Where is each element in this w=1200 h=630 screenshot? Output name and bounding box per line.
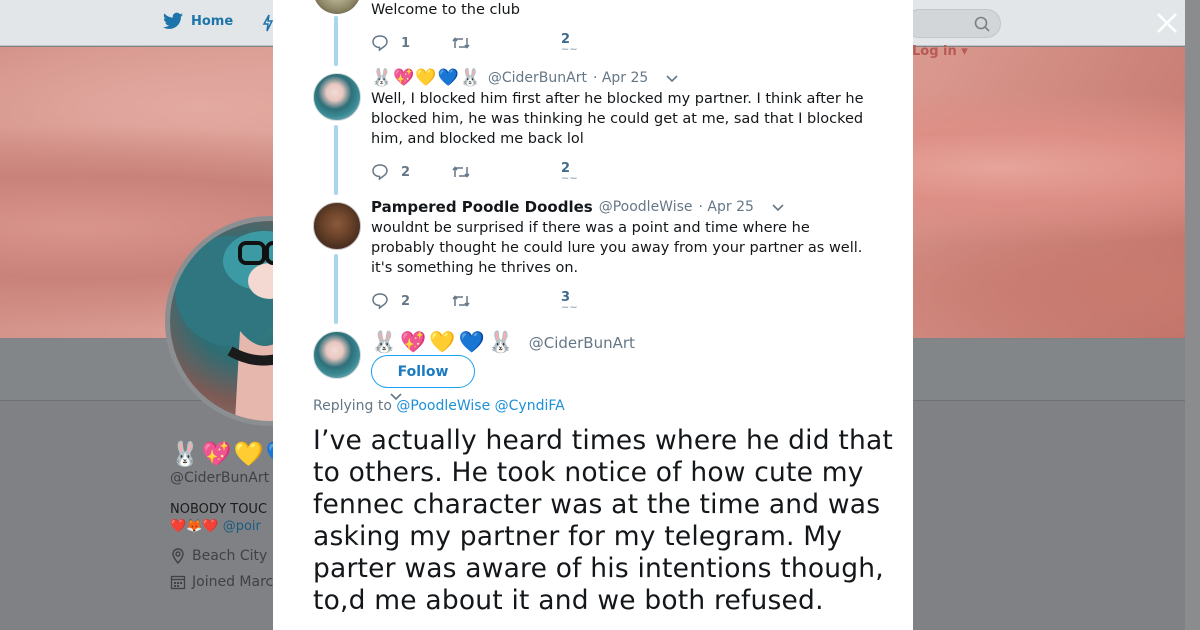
tweet-actions: 2 2 ~~ (371, 162, 578, 184)
like-button[interactable]: 2 ~~ (561, 162, 578, 184)
joined-text: Joined Marc (192, 574, 274, 590)
user-handle[interactable]: @CiderBunArt (529, 334, 635, 352)
heart-icon: ~~ (561, 44, 578, 55)
tweet-actions: 1 2 ~~ (371, 33, 578, 55)
user-name[interactable]: Pampered Poodle Doodles (371, 198, 593, 216)
nav-home-label: Home (191, 13, 234, 29)
main-tweet-header: 🐰💖💛💙🐰 @CiderBunArt (371, 330, 635, 355)
mention-link[interactable]: @PoodleWise (396, 398, 490, 414)
tweet-text: wouldnt be surprised if there was a poin… (371, 220, 863, 276)
user-name[interactable]: 🐰💖💛💙🐰 (371, 330, 517, 355)
like-button[interactable]: 2 ~~ (561, 33, 578, 55)
reply-button[interactable]: 2 (371, 163, 451, 181)
tweet-actions: 2 3 ~~ (371, 291, 578, 313)
tweet-modal: Welcome to the club 1 2 ~~ 🐰💖💛💙🐰 @CiderB… (273, 0, 913, 630)
heart-icon: ~~ (561, 173, 578, 184)
location-text: Beach City (192, 548, 268, 564)
avatar[interactable] (313, 331, 361, 379)
user-handle[interactable]: @PoodleWise (599, 199, 693, 215)
page-scrollbar[interactable] (1185, 0, 1200, 630)
tweet-header: 🐰💖💛💙🐰 @CiderBunArt · Apr 25 (371, 68, 678, 88)
reply-count: 2 (401, 293, 411, 309)
location-pin-icon (172, 548, 184, 564)
login-label: Log in (912, 44, 957, 59)
nav-home[interactable]: Home (163, 12, 233, 30)
login-link[interactable]: Log in ▾ (912, 44, 968, 59)
reply-icon (372, 293, 388, 310)
replying-prefix: Replying to (313, 398, 392, 414)
tweet-text: Welcome to the club (371, 2, 520, 18)
close-icon[interactable] (1154, 10, 1180, 36)
mention-link[interactable]: @CyndiFA (495, 398, 565, 414)
avatar[interactable] (313, 73, 361, 121)
reply-icon (372, 35, 388, 52)
tweet-date[interactable]: · Apr 25 (593, 70, 648, 86)
tweet-header: Pampered Poodle Doodles @PoodleWise · Ap… (371, 198, 784, 216)
chevron-down-icon: ▾ (961, 44, 968, 59)
bio-emojis: ❤️🦊❤️ (170, 519, 219, 534)
heart-icon: ~~ (561, 302, 578, 313)
reply-button[interactable]: 1 (371, 34, 451, 52)
retweet-button[interactable] (451, 293, 561, 309)
avatar[interactable] (313, 0, 361, 14)
retweet-icon (452, 37, 470, 49)
retweet-button[interactable] (451, 164, 561, 180)
tweet-date[interactable]: · Apr 25 (699, 199, 754, 215)
calendar-icon (170, 575, 186, 590)
bird-logo-icon (163, 12, 183, 29)
user-name[interactable]: 🐰💖💛💙🐰 (371, 68, 482, 88)
replying-to: Replying to @PoodleWise @CyndiFA (313, 398, 565, 414)
tweet-text: Well, I blocked him first after he block… (371, 91, 864, 147)
bio-mention-link[interactable]: @poir (223, 519, 261, 534)
reply-count: 1 (401, 35, 411, 51)
thread-line (334, 254, 338, 324)
chevron-down-icon[interactable] (666, 75, 678, 83)
user-handle[interactable]: @CiderBunArt (488, 70, 587, 86)
thread-line (334, 16, 338, 66)
main-tweet-text: I’ve actually heard times where he did t… (313, 425, 894, 616)
like-button[interactable]: 3 ~~ (561, 291, 578, 313)
follow-button[interactable]: Follow (371, 355, 475, 388)
retweet-icon (452, 166, 470, 178)
retweet-button[interactable] (451, 35, 561, 51)
thread-line (334, 125, 338, 195)
avatar[interactable] (313, 202, 361, 250)
search-icon (974, 16, 990, 32)
chevron-down-icon[interactable] (772, 204, 784, 212)
search-input[interactable] (905, 9, 1001, 38)
reply-icon (372, 164, 388, 181)
reply-count: 2 (401, 164, 411, 180)
retweet-icon (452, 295, 470, 307)
reply-button[interactable]: 2 (371, 292, 451, 310)
